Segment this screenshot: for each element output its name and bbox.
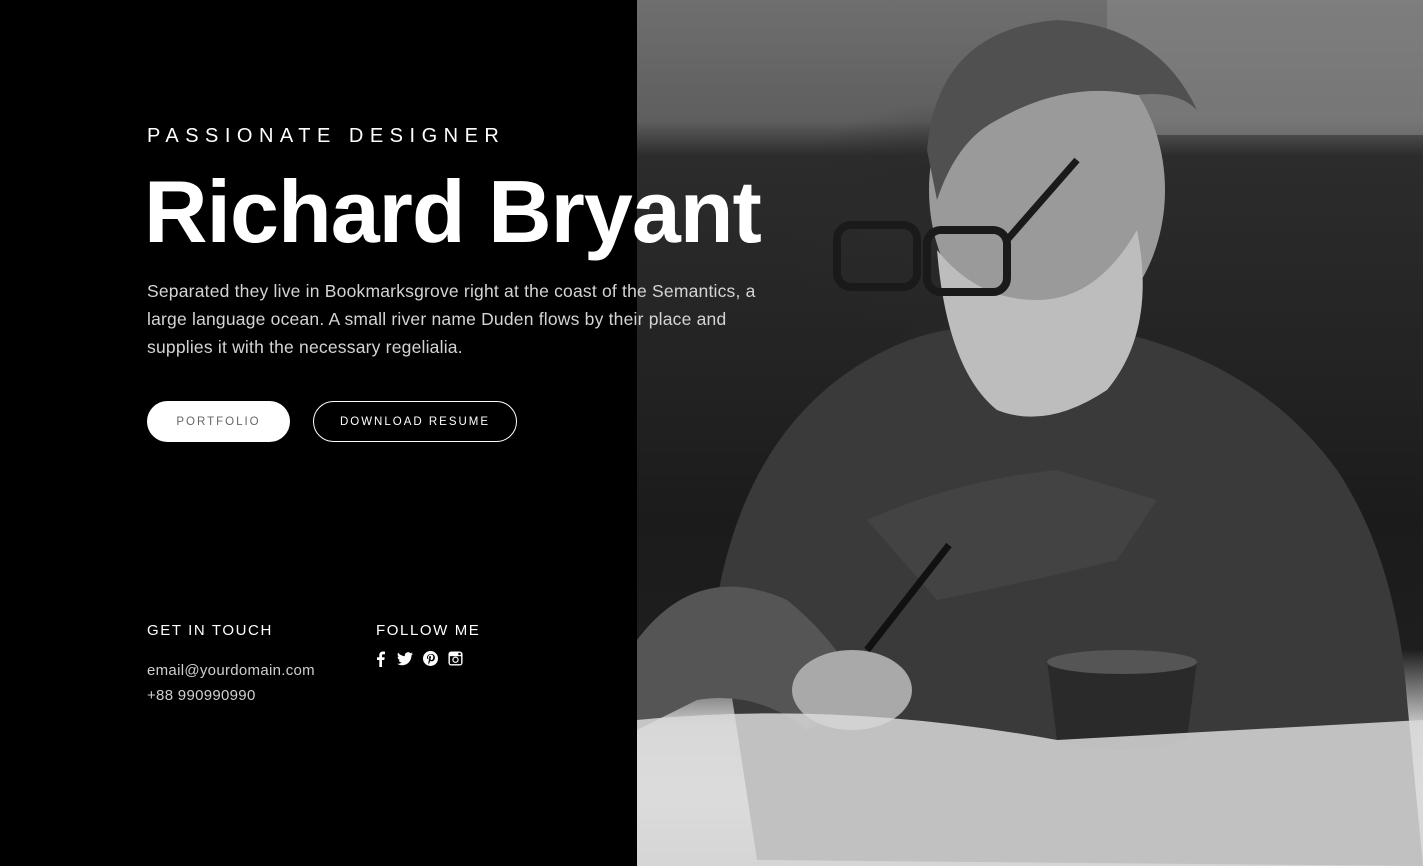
- hero-section: PASSIONATE DESIGNER Richard Bryant Separ…: [0, 0, 1423, 866]
- download-resume-button[interactable]: DOWNLOAD RESUME: [313, 401, 517, 442]
- instagram-icon[interactable]: [447, 650, 463, 667]
- designer-photo-illustration: [637, 0, 1423, 866]
- hero-tagline: PASSIONATE DESIGNER: [147, 125, 506, 147]
- social-links: [372, 650, 463, 667]
- hero-name: Richard Bryant: [144, 162, 762, 261]
- contact-email-link[interactable]: email@yourdomain.com: [147, 662, 315, 679]
- contact-phone: +88 990990990: [147, 687, 256, 704]
- twitter-icon[interactable]: [397, 650, 413, 667]
- portfolio-button[interactable]: PORTFOLIO: [147, 401, 290, 442]
- facebook-icon[interactable]: [372, 650, 388, 667]
- hero-photo: [637, 0, 1423, 866]
- hero-bio: Separated they live in Bookmarksgrove ri…: [147, 281, 756, 357]
- pinterest-icon[interactable]: [422, 650, 438, 667]
- get-in-touch-heading: GET IN TOUCH: [147, 622, 273, 639]
- follow-me-heading: FOLLOW ME: [376, 622, 481, 639]
